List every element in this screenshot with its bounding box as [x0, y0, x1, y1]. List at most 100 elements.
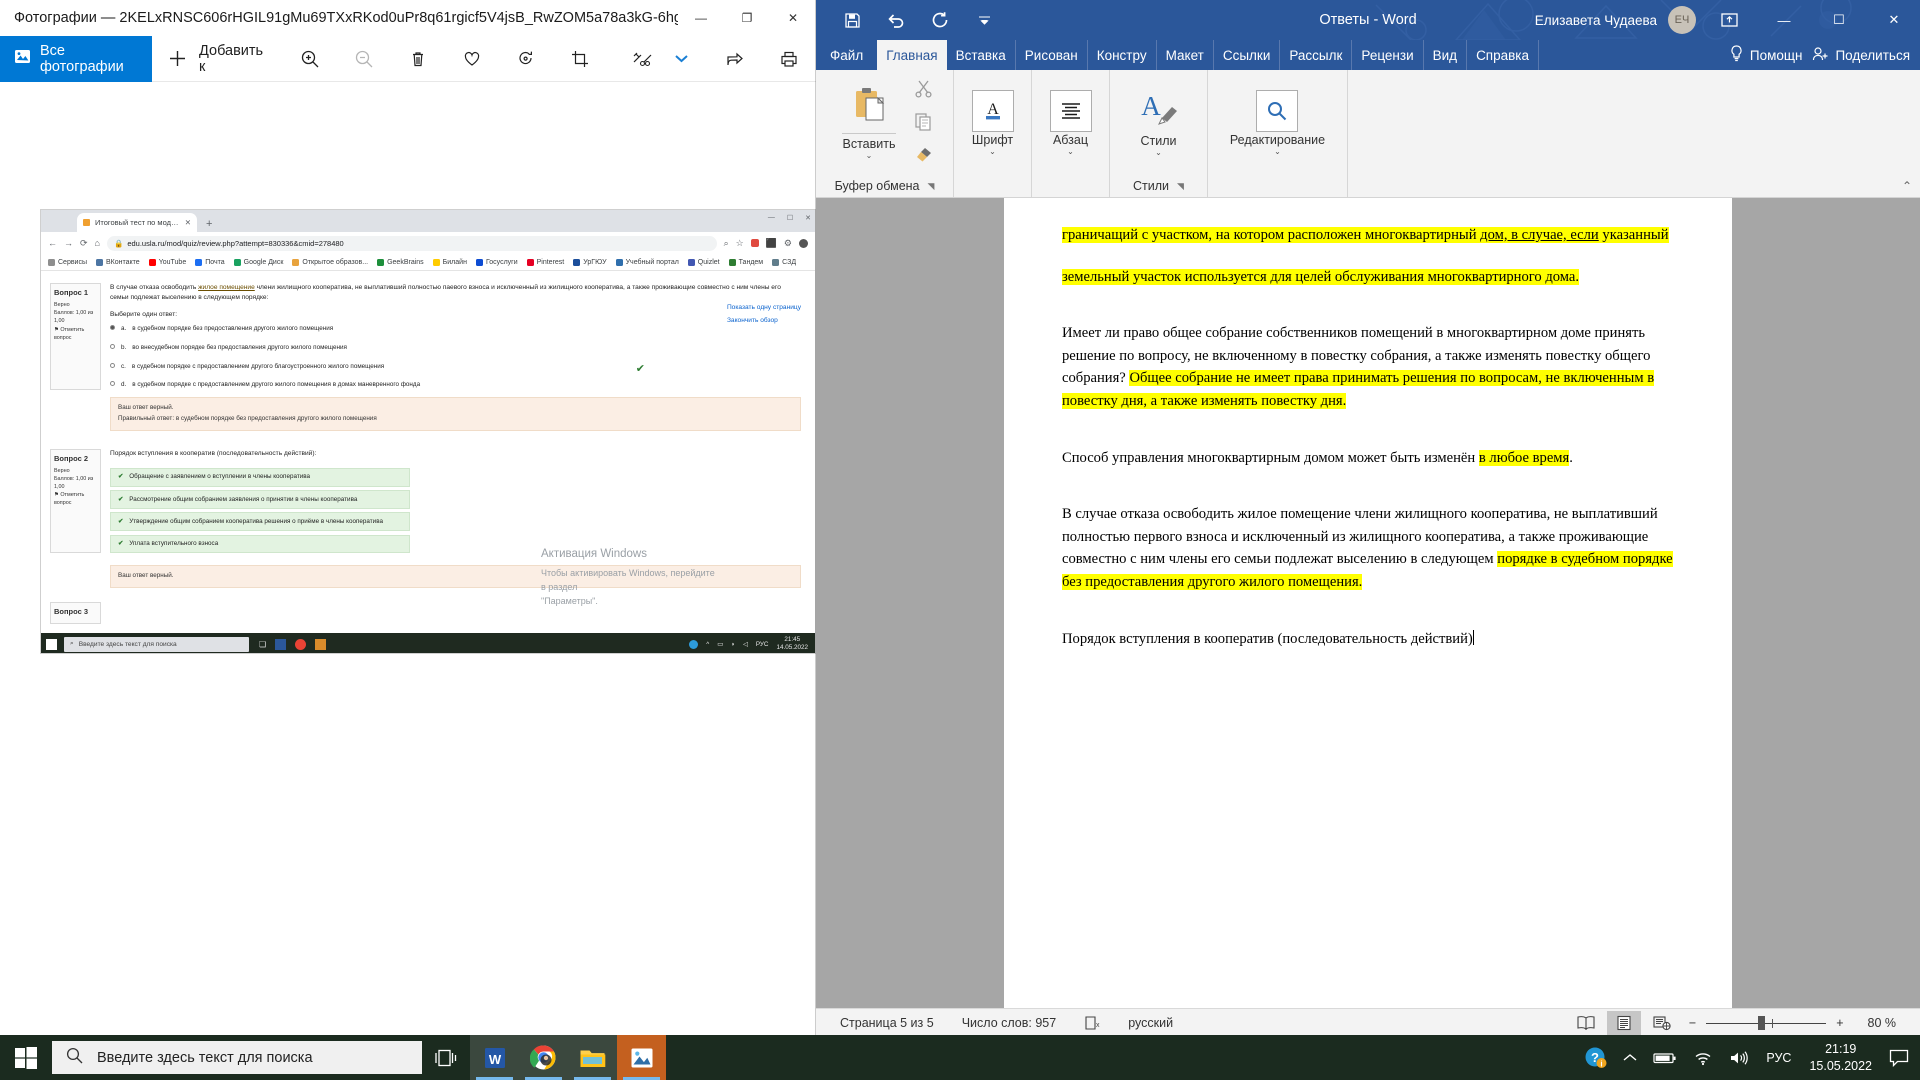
- wifi-icon[interactable]: [1685, 1035, 1721, 1080]
- photos-minimize-button[interactable]: —: [678, 2, 724, 34]
- task-view-icon[interactable]: [422, 1035, 470, 1080]
- zoom-out-button[interactable]: [337, 36, 391, 82]
- avatar[interactable]: ЕЧ: [1668, 6, 1696, 34]
- photos-image-canvas[interactable]: Итоговый тест по модулю 2: пс ✕ + — ☐ ✕ …: [0, 82, 816, 1040]
- ribbon-tab-главная[interactable]: Главная: [877, 40, 947, 70]
- clipboard-dialog-launcher-icon[interactable]: ◥: [928, 181, 935, 192]
- copy-icon[interactable]: [914, 112, 934, 136]
- answer-text: в судебном порядке без предоставления др…: [132, 325, 334, 333]
- ribbon-group-styles: A Стили ⌄ Стили ◥: [1110, 70, 1208, 197]
- word-count[interactable]: Число слов: 957: [948, 1016, 1071, 1030]
- document-paragraph[interactable]: граничащий с участком, на котором распол…: [1062, 224, 1674, 247]
- document-paragraph[interactable]: земельный участок используется для целей…: [1062, 266, 1674, 289]
- show-hidden-icons-icon[interactable]: [1615, 1035, 1645, 1080]
- document-paragraph[interactable]: В случае отказа освободить жилое помещен…: [1062, 503, 1674, 593]
- chevron-down-icon[interactable]: ⌄: [866, 152, 873, 160]
- proofing-status-icon[interactable]: x: [1070, 1015, 1114, 1031]
- edit-button[interactable]: [616, 36, 708, 82]
- photos-maximize-button[interactable]: ❐: [724, 2, 770, 34]
- styles-icon: A: [1137, 88, 1181, 133]
- rotate-button[interactable]: [499, 36, 553, 82]
- chevron-down-icon[interactable]: ⌄: [989, 147, 996, 156]
- format-painter-icon[interactable]: [914, 145, 934, 169]
- ribbon-tab-макет[interactable]: Макет: [1157, 40, 1214, 70]
- crop-button[interactable]: [553, 36, 607, 82]
- share-button[interactable]: [708, 36, 762, 82]
- chrome-taskbar-icon[interactable]: [519, 1035, 568, 1080]
- ribbon-tab-файл[interactable]: Файл: [816, 40, 877, 70]
- word-close-button[interactable]: ✕: [1872, 0, 1916, 40]
- battery-icon[interactable]: [1645, 1035, 1685, 1080]
- screenshot-answer-option: c. в судебном порядке с предоставлением д…: [110, 362, 801, 372]
- document-paragraph[interactable]: Способ управления многоквартирным домом …: [1062, 447, 1674, 470]
- web-layout-icon[interactable]: [1645, 1011, 1679, 1035]
- delete-button[interactable]: [391, 36, 445, 82]
- taskbar-search-box[interactable]: Введите здесь текст для поиска: [52, 1041, 422, 1074]
- redo-icon[interactable]: [918, 3, 962, 37]
- quick-access-toolbar: [816, 3, 1006, 37]
- word-maximize-button[interactable]: ☐: [1817, 0, 1861, 40]
- zoom-slider-thumb[interactable]: [1758, 1016, 1766, 1030]
- zoom-out-button[interactable]: −: [1683, 1016, 1702, 1030]
- styles-dialog-launcher-icon[interactable]: ◥: [1177, 181, 1184, 192]
- document-paragraph[interactable]: Имеет ли право общее собрание собственни…: [1062, 322, 1674, 412]
- word-taskbar-icon[interactable]: W: [470, 1035, 519, 1080]
- chevron-down-icon[interactable]: ⌄: [1155, 149, 1162, 157]
- zoom-in-button[interactable]: [283, 36, 337, 82]
- chevron-down-icon[interactable]: ⌄: [1274, 147, 1281, 156]
- font-label: Шрифт: [971, 132, 1014, 147]
- add-to-button[interactable]: Добавить к: [152, 36, 278, 82]
- taskbar-clock[interactable]: 21:19 15.05.2022: [1799, 1041, 1882, 1075]
- editing-button[interactable]: Редактирование ⌄: [1222, 86, 1333, 160]
- action-center-icon[interactable]: [1882, 1035, 1916, 1080]
- ribbon-tab-вид[interactable]: Вид: [1424, 40, 1468, 70]
- save-icon[interactable]: [830, 3, 874, 37]
- ribbon-tab-рассылк[interactable]: Рассылк: [1280, 40, 1353, 70]
- print-layout-icon[interactable]: [1606, 1011, 1641, 1035]
- all-photos-button[interactable]: Все фотографии: [0, 35, 152, 82]
- undo-icon[interactable]: [874, 3, 918, 37]
- tell-me-button[interactable]: Помощн: [1729, 45, 1802, 65]
- help-notification-icon[interactable]: ? i: [1576, 1035, 1615, 1080]
- ribbon-tab-рисован[interactable]: Рисован: [1016, 40, 1088, 70]
- print-button[interactable]: [762, 36, 816, 82]
- share-button[interactable]: Поделиться: [1812, 46, 1910, 64]
- page-indicator[interactable]: Страница 5 из 5: [826, 1016, 948, 1030]
- paste-button[interactable]: Вставить ⌄: [834, 81, 904, 164]
- read-mode-icon[interactable]: [1569, 1011, 1603, 1035]
- language-indicator[interactable]: русский: [1114, 1016, 1187, 1030]
- collapse-ribbon-icon[interactable]: ⌃: [1902, 179, 1912, 193]
- volume-icon[interactable]: [1721, 1035, 1758, 1080]
- chevron-down-icon[interactable]: ⌄: [1067, 147, 1074, 156]
- document-paragraph[interactable]: Порядок вступления в кооператив (последо…: [1062, 628, 1674, 651]
- word-minimize-button[interactable]: —: [1762, 0, 1806, 40]
- language-indicator[interactable]: РУС: [1758, 1035, 1799, 1080]
- ribbon-tab-ссылки[interactable]: Ссылки: [1214, 40, 1281, 70]
- screenshot-puzzle-icon: ⚙: [783, 237, 792, 248]
- paragraph-button[interactable]: Абзац ⌄: [1042, 86, 1100, 160]
- ribbon-tab-label: Рисован: [1024, 47, 1078, 63]
- file-explorer-taskbar-icon[interactable]: [568, 1035, 617, 1080]
- ribbon-tab-вставка[interactable]: Вставка: [947, 40, 1016, 70]
- cut-icon[interactable]: [914, 79, 934, 103]
- document-area[interactable]: граничащий с участком, на котором распол…: [816, 198, 1920, 1008]
- font-button[interactable]: A Шрифт ⌄: [964, 86, 1022, 160]
- styles-button[interactable]: A Стили ⌄: [1129, 84, 1189, 161]
- ribbon-tab-констру[interactable]: Констру: [1088, 40, 1157, 70]
- ribbon-display-options-icon[interactable]: [1707, 0, 1751, 40]
- zoom-in-button[interactable]: +: [1830, 1016, 1849, 1030]
- favorite-button[interactable]: [445, 36, 499, 82]
- screenshot-profile-avatar: [799, 238, 808, 248]
- account-name[interactable]: Елизавета Чудаева: [1535, 13, 1657, 28]
- zoom-slider[interactable]: [1706, 1011, 1827, 1035]
- zoom-level[interactable]: 80 %: [1854, 1016, 1911, 1030]
- rotate-icon: [511, 44, 541, 74]
- document-page[interactable]: граничащий с участком, на котором распол…: [1004, 198, 1732, 1008]
- photos-taskbar-icon[interactable]: [617, 1035, 666, 1080]
- photos-close-button[interactable]: ✕: [770, 2, 816, 34]
- start-icon[interactable]: [0, 1035, 52, 1080]
- ribbon-tab-справка[interactable]: Справка: [1467, 40, 1540, 70]
- customize-qat-icon[interactable]: [962, 3, 1006, 37]
- chevron-down-icon[interactable]: [666, 44, 696, 74]
- ribbon-tab-рецензи[interactable]: Рецензи: [1352, 40, 1424, 70]
